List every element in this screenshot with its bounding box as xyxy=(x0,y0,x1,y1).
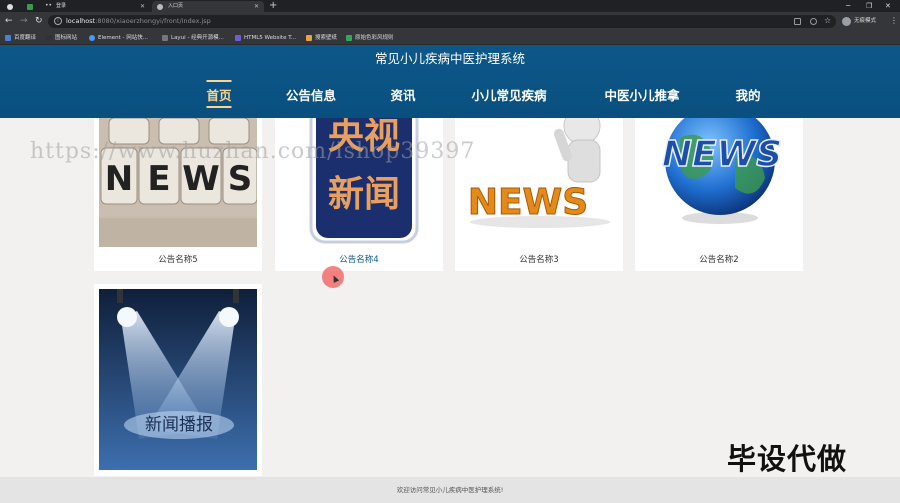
bookmarks-bar: 百度翻译 图标网站 Element - 网站快... Layui - 经典开源模… xyxy=(0,31,900,45)
dice-letter: N xyxy=(105,159,133,199)
bookmark-item[interactable]: Element - 网站快... xyxy=(89,31,148,45)
browser-tab[interactable] xyxy=(2,1,20,12)
watermark-url: https://www.huzhan.com/ishop39397 xyxy=(30,139,476,164)
site-title: 常见小儿疾病中医护理系统 xyxy=(374,51,525,66)
card-caption[interactable]: 公告名称5 xyxy=(94,253,262,265)
globe-icon xyxy=(157,4,163,10)
minimize-icon[interactable]: ─ xyxy=(846,0,850,12)
notice-card[interactable]: NEWS 公告名称2 xyxy=(635,118,803,271)
bookmark-item[interactable]: HTML5 Website T... xyxy=(235,31,296,45)
main-content: N E W S 公告名称5 央视 新闻 公告名称4 NEWS 公告名称3 NEW… xyxy=(0,118,900,477)
news-figure-image: NEWS xyxy=(460,118,618,247)
news-globe-image: NEWS xyxy=(640,118,798,247)
site-header: 常见小儿疾病中医护理系统 首页 公告信息 资讯 小儿常见疾病 中医小儿推拿 我的 xyxy=(0,45,900,118)
card-caption[interactable]: 公告名称3 xyxy=(455,253,623,265)
green-app-icon xyxy=(27,4,33,10)
back-icon[interactable]: ← xyxy=(5,15,13,27)
browser-toolbar: ← → ↻ i localhost:8080/xiaoerzhongyi/fro… xyxy=(0,12,900,31)
incognito-icon xyxy=(842,17,851,26)
close-icon[interactable]: ✕ xyxy=(254,1,259,12)
address-bar[interactable]: i localhost:8080/xiaoerzhongyi/front/ind… xyxy=(48,15,836,28)
translate-icon[interactable] xyxy=(794,18,801,25)
tab-title: 登录 xyxy=(56,3,67,9)
browser-tab-login[interactable]: •• 登录 ✕ xyxy=(40,1,150,12)
image-text: 新闻播报 xyxy=(145,415,213,435)
browser-tab-active[interactable]: 入口页 ✕ xyxy=(152,1,264,12)
main-nav: 首页 公告信息 资讯 小儿常见疾病 中医小儿推拿 我的 xyxy=(0,80,900,108)
browser-tab-bar: •• 登录 ✕ 入口页 ✕ + ─ ❐ ✕ xyxy=(0,0,900,12)
mouse-cursor xyxy=(322,266,344,288)
profile-label: 无痕模式 xyxy=(854,18,877,24)
notice-card[interactable]: 新闻播报 xyxy=(94,284,262,476)
stamp-text: 毕设代做 xyxy=(727,442,848,476)
page-icon xyxy=(7,4,13,10)
svg-text:E: E xyxy=(147,159,170,199)
new-tab-icon[interactable]: + xyxy=(269,0,277,12)
close-icon[interactable]: ✕ xyxy=(140,1,145,12)
image-text: 新闻 xyxy=(328,174,400,215)
news-dice-image: N E W S xyxy=(99,118,257,247)
cctv-news-image: 央视 新闻 xyxy=(280,118,438,247)
address-url: localhost:8080/xiaoerzhongyi/front/index… xyxy=(66,17,211,25)
nav-mine[interactable]: 我的 xyxy=(735,86,760,106)
browser-tab[interactable] xyxy=(22,1,40,12)
nav-home[interactable]: 首页 xyxy=(206,80,232,108)
nav-tcm-massage[interactable]: 中医小儿推拿 xyxy=(604,86,679,106)
bookmark-star-icon[interactable]: ☆ xyxy=(824,17,831,25)
reload-icon[interactable]: ↻ xyxy=(35,15,43,27)
incognito-profile[interactable]: 无痕模式 xyxy=(840,15,876,28)
notice-card[interactable]: NEWS 公告名称3 xyxy=(455,118,623,271)
bookmark-item[interactable]: 图标网站 xyxy=(46,31,77,45)
card-caption[interactable]: 公告名称4 xyxy=(275,253,443,265)
dots-icon: •• xyxy=(45,2,53,9)
info-icon[interactable]: i xyxy=(54,17,62,25)
footer-text: 欢迎访问常见小儿疾病中医护理系统! xyxy=(396,486,504,494)
restore-icon[interactable]: ❐ xyxy=(866,0,872,12)
forward-icon[interactable]: → xyxy=(20,15,28,27)
bookmark-item[interactable]: 原始色彩风规则 xyxy=(346,31,394,45)
nav-news[interactable]: 资讯 xyxy=(390,86,415,106)
bookmark-item[interactable]: Layui - 经典开源模... xyxy=(162,31,224,45)
image-text: NEWS xyxy=(468,182,588,223)
svg-text:S: S xyxy=(228,159,253,199)
news-broadcast-image: 新闻播报 xyxy=(99,289,257,470)
menu-icon[interactable]: ⋮ xyxy=(890,15,898,27)
bookmark-item[interactable]: 搜索壁纸 xyxy=(306,31,337,45)
close-window-icon[interactable]: ✕ xyxy=(885,0,891,12)
site-footer: 欢迎访问常见小儿疾病中医护理系统! xyxy=(0,477,900,503)
nav-common-diseases[interactable]: 小儿常见疾病 xyxy=(471,86,546,106)
zoom-icon[interactable] xyxy=(810,18,817,25)
svg-text:W: W xyxy=(182,159,220,199)
image-text: NEWS xyxy=(662,134,782,175)
bookmark-item[interactable]: 百度翻译 xyxy=(5,31,36,45)
tab-title: 入口页 xyxy=(168,3,184,9)
nav-notices[interactable]: 公告信息 xyxy=(286,86,336,106)
card-caption[interactable]: 公告名称2 xyxy=(635,253,803,265)
